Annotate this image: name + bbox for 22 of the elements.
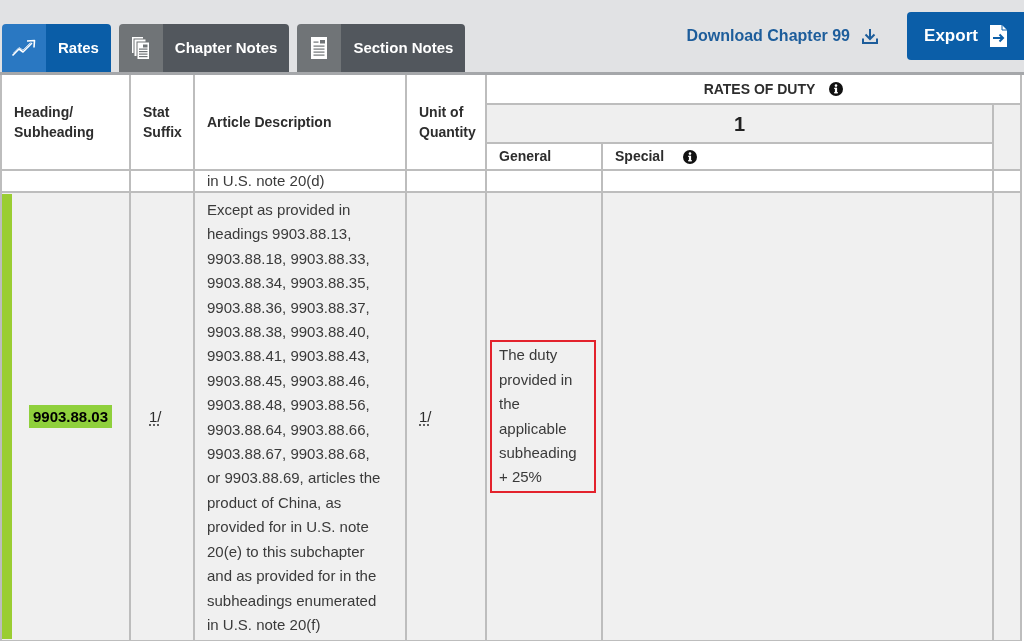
- export-button[interactable]: Export: [907, 12, 1024, 60]
- stat-suffix-link[interactable]: 1/: [149, 407, 162, 425]
- heading-number[interactable]: 9903.88.03: [28, 405, 113, 428]
- download-icon: [862, 28, 878, 44]
- article-description: in U.S. note 20(d): [207, 171, 326, 191]
- column-group-header: RATES OF DUTY: [703, 79, 816, 99]
- trend-chart-icon: [2, 24, 46, 72]
- column-group-header: 1: [733, 112, 746, 135]
- documents-icon: [118, 24, 163, 72]
- info-icon[interactable]: [683, 149, 698, 164]
- general-duty-rate: The duty provided in the applicable subheading + 25%: [490, 340, 596, 493]
- column-header: Special: [615, 147, 665, 166]
- article-description: Except as provided in headings 9903.88.13, 9903.88.18, 9903.88.33, 9903.88.34, 9903.88.35, 9903.88.36, 9903.88.37, 9903.88.38, 9903.88.40, 9903.88.41, 9903.88.43, 9903.88.45, 9903.88.46, 9903.88.48, 9903.88.56, 9903.88.64, 9903.88.66, 9903.88.67, 9903.88.68, or 9903.88.69, articles the product of China, as provided for in U.S. note 20(e) to this subchapter and as provided for in the subheadings enumerated in U.S. note 20(f): [207, 200, 382, 635]
- column-header: Article Description: [207, 113, 333, 132]
- document-icon: [297, 24, 342, 72]
- download-link[interactable]: Download Chapter 99: [686, 12, 878, 60]
- column-header: General: [499, 147, 552, 166]
- column-header: Heading/ Subheading: [14, 103, 96, 142]
- unit-link[interactable]: 1/: [419, 407, 432, 425]
- column-header: Stat Suffix: [143, 103, 181, 142]
- info-icon[interactable]: [829, 82, 844, 96]
- export-file-icon: [989, 25, 1007, 47]
